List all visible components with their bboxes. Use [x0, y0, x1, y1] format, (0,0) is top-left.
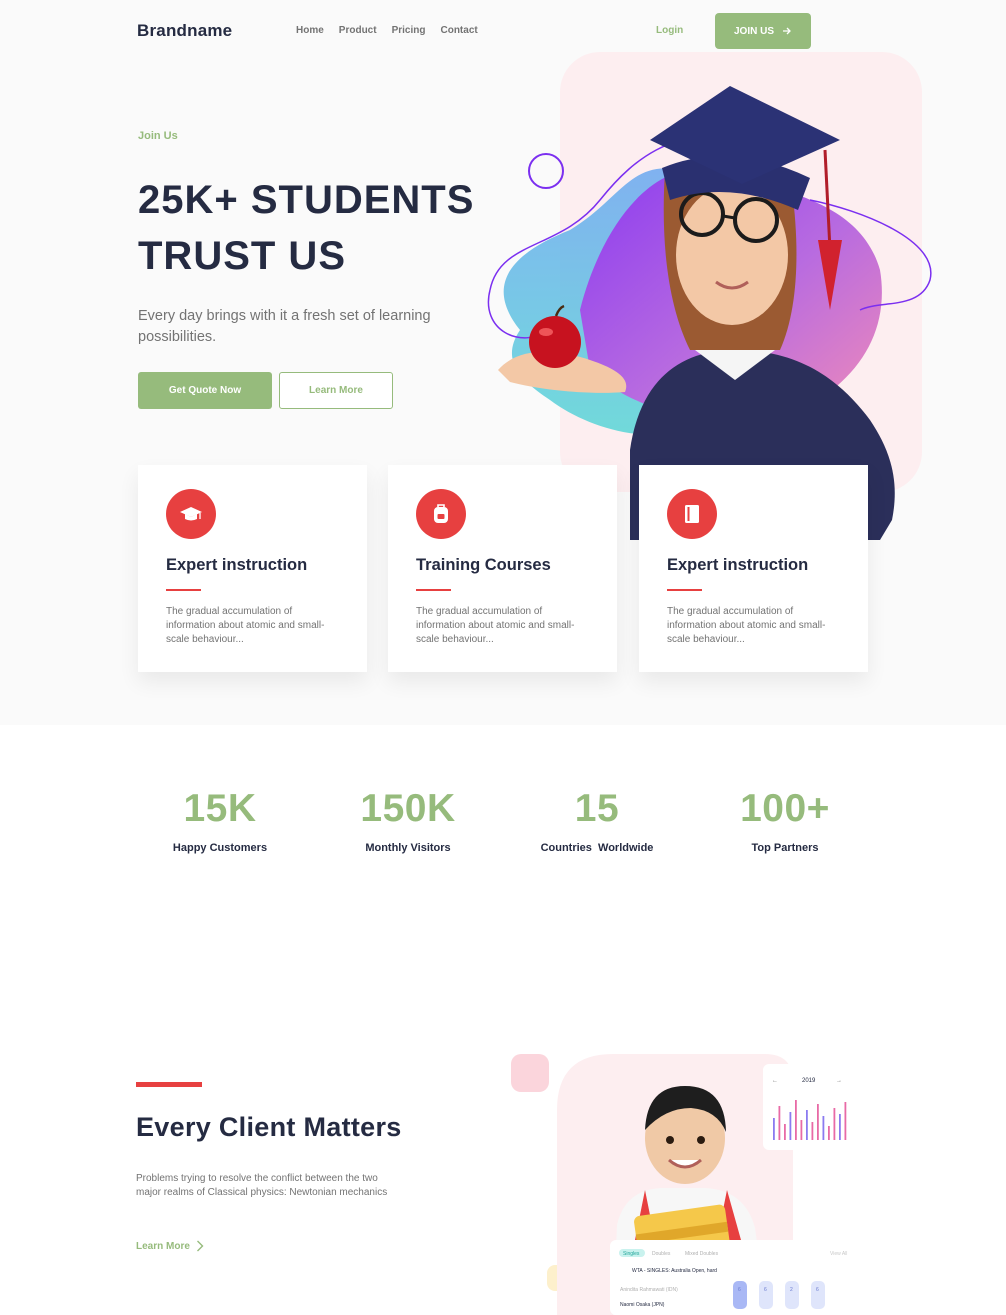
- stat-label: Top Partners: [751, 842, 819, 854]
- stat-value: 100+: [740, 787, 830, 830]
- stat-label: Countries Worldwide: [540, 842, 654, 854]
- stat-label: Monthly Visitors: [365, 842, 451, 854]
- mini-tab-mixed-doubles[interactable]: Mixed Doubles: [685, 1251, 719, 1257]
- mini-chart-bar: [817, 1104, 819, 1140]
- brand-logo[interactable]: Brandname: [137, 21, 232, 41]
- feature-icon-circle: [416, 489, 466, 539]
- hero-title-line-1: 25K+ STUDENTS: [138, 178, 475, 222]
- feature-card-expert-instruction-2[interactable]: Expert instruction The gradual accumulat…: [639, 465, 868, 672]
- arrow-right-icon: [783, 27, 791, 35]
- nav-pricing-link[interactable]: Pricing: [392, 25, 426, 36]
- feature-text: The gradual accumulation of information …: [166, 606, 325, 645]
- feature-divider: [416, 589, 451, 591]
- mini-score-value: 6: [816, 1287, 819, 1293]
- hero-eyebrow: Join Us: [138, 130, 178, 142]
- mini-score-cell: [759, 1281, 773, 1309]
- mini-chart-bar: [844, 1102, 847, 1140]
- mini-chart-bar: [828, 1126, 830, 1140]
- client-boy-illustration: ← 2019 → Singles Doubles Mixed Doubles V…: [511, 1054, 855, 1315]
- mini-row-player-1: Anindita Rahmawati (IDN): [620, 1287, 678, 1293]
- feature-card-training-courses[interactable]: Training Courses The gradual accumulatio…: [388, 465, 617, 672]
- mini-chart-bar: [789, 1112, 792, 1140]
- mini-chart-bar: [811, 1122, 814, 1140]
- mini-chart-bar: [784, 1124, 786, 1140]
- hero-description: Every day brings with it a fresh set of …: [138, 308, 431, 345]
- feature-divider: [667, 589, 702, 591]
- feature-title: Expert instruction: [667, 556, 809, 574]
- stat-value: 15: [574, 787, 620, 830]
- feature-icon-circle: [667, 489, 717, 539]
- mini-view-all[interactable]: View All: [830, 1251, 847, 1257]
- stat-monthly-visitors: 150K Monthly Visitors: [323, 787, 493, 854]
- learn-more-button[interactable]: Learn More: [279, 372, 393, 409]
- mini-chart-bar: [773, 1118, 775, 1140]
- learn-more-label: Learn More: [136, 1240, 190, 1252]
- client-section-description: Problems trying to resolve the conflict …: [136, 1173, 388, 1198]
- mini-chart-bar: [800, 1120, 803, 1140]
- mini-score-cell: [733, 1281, 747, 1309]
- mini-chart-card: [763, 1064, 855, 1150]
- feature-title: Training Courses: [416, 556, 551, 574]
- nav-contact-link[interactable]: Contact: [440, 25, 477, 36]
- chevron-right-icon: [196, 1240, 204, 1252]
- hero-title-line-2: TRUST US: [138, 234, 346, 278]
- graduation-cap-icon: [180, 507, 202, 521]
- main-nav: Home Product Pricing Contact: [296, 25, 478, 36]
- join-us-button[interactable]: JOIN US: [715, 13, 811, 49]
- feature-text: The gradual accumulation of information …: [667, 606, 826, 645]
- mini-chart-bar: [778, 1106, 781, 1140]
- mini-tab-singles[interactable]: Singles: [623, 1251, 640, 1257]
- get-quote-button[interactable]: Get Quote Now: [138, 372, 272, 409]
- stat-top-partners: 100+ Top Partners: [700, 787, 870, 854]
- nav-product-link[interactable]: Product: [339, 25, 377, 36]
- mini-score-cell: [785, 1281, 799, 1309]
- mini-chart-year: 2019: [802, 1078, 816, 1084]
- mini-row-player-2: Naomi Osaka (JPN): [620, 1302, 665, 1308]
- stat-countries: 15 Countries Worldwide: [512, 787, 682, 854]
- feature-text: The gradual accumulation of information …: [416, 606, 575, 645]
- feature-icon-circle: [166, 489, 216, 539]
- mini-chart-prev-arrow: ←: [772, 1078, 778, 1084]
- feature-divider: [166, 589, 201, 591]
- book-icon: [685, 505, 699, 523]
- mini-event-title: WTA - SINGLES: Australia Open, hard: [632, 1268, 717, 1274]
- feature-title: Expert instruction: [166, 556, 308, 574]
- stat-label: Happy Customers: [172, 842, 268, 854]
- mini-chart-next-arrow: →: [836, 1078, 842, 1084]
- stat-value: 15K: [183, 787, 257, 830]
- login-link[interactable]: Login: [656, 25, 683, 36]
- client-section-title: Every Client Matters: [136, 1112, 402, 1142]
- stat-happy-customers: 15K Happy Customers: [135, 787, 305, 854]
- section-accent-bar: [136, 1082, 202, 1087]
- nav-home-link[interactable]: Home: [296, 25, 324, 36]
- backpack-icon: [434, 504, 448, 523]
- feature-card-expert-instruction[interactable]: Expert instruction The gradual accumulat…: [138, 465, 367, 672]
- mini-chart-bar: [822, 1116, 825, 1140]
- mini-chart-bar: [839, 1114, 841, 1140]
- client-learn-more-link[interactable]: Learn More: [136, 1240, 204, 1252]
- mini-chart-bar: [795, 1100, 797, 1140]
- mini-chart-bar: [833, 1108, 836, 1140]
- mini-score-value: 6: [764, 1287, 767, 1293]
- mini-tab-doubles[interactable]: Doubles: [652, 1251, 671, 1257]
- mini-score-cell: [811, 1281, 825, 1309]
- join-us-label: JOIN US: [733, 25, 774, 37]
- mini-score-value: 2: [790, 1287, 793, 1293]
- mini-chart-bar: [806, 1110, 808, 1140]
- mini-score-value: 6: [738, 1287, 741, 1293]
- stat-value: 150K: [360, 787, 456, 830]
- hero-title: 25K+ STUDENTS TRUST US: [138, 172, 518, 284]
